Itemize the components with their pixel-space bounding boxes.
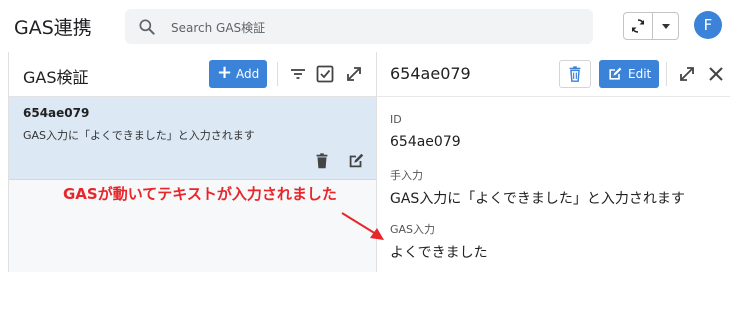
annotation-arrow-icon	[341, 212, 384, 240]
